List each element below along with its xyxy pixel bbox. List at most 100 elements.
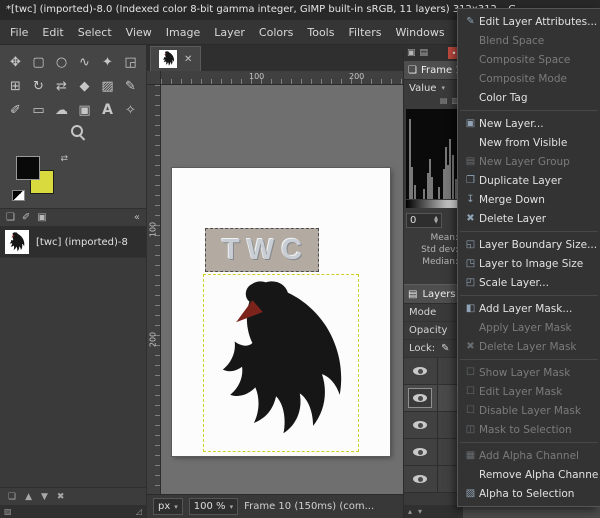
foreground-color-swatch[interactable] xyxy=(16,156,40,180)
menu-item-new-from-visible[interactable]: New from Visible xyxy=(458,133,600,152)
tool-bucket-fill[interactable]: ◆ xyxy=(73,75,96,97)
text-layer-twc[interactable]: TWC xyxy=(205,228,319,272)
tool-eraser[interactable]: ▭ xyxy=(27,99,50,121)
menu-item-duplicate-layer[interactable]: ❐ Duplicate Layer xyxy=(458,171,600,190)
frame-tab[interactable]: ❏ Frame 10 xyxy=(404,61,463,80)
horizontal-ruler[interactable]: 100 200 xyxy=(161,71,403,85)
edit-attributes-icon: ✎ xyxy=(462,16,479,27)
close-tab-icon[interactable]: ✕ xyxy=(184,54,192,65)
dock-button-2[interactable]: ▲ xyxy=(25,492,32,502)
spinner-arrows[interactable]: ▲▼ xyxy=(434,216,438,224)
selection-marquee[interactable] xyxy=(203,274,359,452)
tool-color-picker[interactable]: ✧ xyxy=(119,99,142,121)
visibility-toggle[interactable] xyxy=(409,470,431,488)
dock-bottom-icon-1[interactable]: ▴ xyxy=(408,507,412,516)
dock-tab-icon-1[interactable]: ❏ xyxy=(6,212,15,223)
layer-opacity-row[interactable]: Opacity xyxy=(404,322,463,340)
swap-colors-icon[interactable]: ⇄ xyxy=(60,154,68,164)
tool-fuzzy-select[interactable]: ✦ xyxy=(96,51,119,73)
tool-crop[interactable]: ◲ xyxy=(119,51,142,73)
tool-text[interactable]: A xyxy=(96,99,119,121)
unit-select[interactable]: px ▾ xyxy=(153,498,183,515)
menu-edit[interactable]: Edit xyxy=(35,26,70,39)
layer-row-4[interactable] xyxy=(404,439,463,466)
layer-mode-row[interactable]: Mode xyxy=(404,304,463,322)
layer-row-1[interactable] xyxy=(404,358,463,385)
tool-pencil[interactable]: ✎ xyxy=(119,75,142,97)
layer-row-3[interactable] xyxy=(404,412,463,439)
visibility-toggle[interactable] xyxy=(409,362,431,380)
zoom-icon xyxy=(71,125,85,139)
menu-windows[interactable]: Windows xyxy=(388,26,451,39)
menu-item-edit-layer-mask: ☐ Edit Layer Mask xyxy=(458,382,600,401)
zoom-select[interactable]: 100 % ▾ xyxy=(189,498,238,515)
image-tab[interactable]: ✕ xyxy=(150,46,201,71)
image-canvas[interactable]: TWC xyxy=(172,168,390,456)
tool-move[interactable]: ✥ xyxy=(4,51,27,73)
dock-tab-icon-b[interactable]: ▤ xyxy=(420,48,429,58)
tool-rotate[interactable]: ↻ xyxy=(27,75,50,97)
menu-colors[interactable]: Colors xyxy=(252,26,300,39)
tool-paintbrush[interactable]: ✐ xyxy=(4,99,27,121)
tool-rectangle-select[interactable]: ▢ xyxy=(27,51,50,73)
default-colors-icon[interactable] xyxy=(12,190,25,201)
dock-bottom-icon-2[interactable]: ▾ xyxy=(418,507,422,516)
histogram-linear-icon[interactable]: ▤ xyxy=(440,96,448,108)
tool-free-select[interactable]: ∿ xyxy=(73,51,96,73)
layers-tab[interactable]: ▤ Layers xyxy=(404,284,463,304)
menu-item-layer-boundary-size[interactable]: ◱ Layer Boundary Size... xyxy=(458,235,600,254)
layer-lock-row: Lock: ✎ xyxy=(404,340,463,358)
new-layer-icon: ▣ xyxy=(462,118,479,129)
menu-item-delete-layer[interactable]: ✖ Delete Layer xyxy=(458,209,600,228)
menu-item-alpha-to-selection[interactable]: ▧ Alpha to Selection xyxy=(458,484,600,503)
menu-view[interactable]: View xyxy=(119,26,159,39)
eye-icon xyxy=(413,448,427,456)
menu-item-edit-layer-attributes[interactable]: ✎ Edit Layer Attributes... xyxy=(458,12,600,31)
add-mask-icon: ◧ xyxy=(462,303,479,314)
eye-icon xyxy=(413,394,427,402)
layer-row-5[interactable] xyxy=(404,466,463,493)
visibility-toggle[interactable] xyxy=(409,416,431,434)
canvas-viewport[interactable]: TWC xyxy=(161,85,403,494)
dock-collapse-icon[interactable]: « xyxy=(134,212,140,223)
tool-flip[interactable]: ⇄ xyxy=(50,75,73,97)
menu-item-merge-down[interactable]: ↧ Merge Down xyxy=(458,190,600,209)
menu-image[interactable]: Image xyxy=(159,26,207,39)
ruler-corner[interactable] xyxy=(147,71,161,85)
lock-pencil-icon[interactable]: ✎ xyxy=(441,343,449,354)
menu-layer[interactable]: Layer xyxy=(207,26,252,39)
tool-airbrush[interactable]: ☁ xyxy=(50,99,73,121)
dock-button-3[interactable]: ▼ xyxy=(41,492,48,502)
tool-clone[interactable]: ▣ xyxy=(73,99,96,121)
layer-row-2-active[interactable] xyxy=(404,385,463,412)
dock-tab-icon-2[interactable]: ✐ xyxy=(22,212,30,223)
dock-button-4[interactable]: ✖ xyxy=(57,492,65,502)
tool-unified-transform[interactable]: ⊞ xyxy=(4,75,27,97)
menu-tools[interactable]: Tools xyxy=(300,26,341,39)
menu-item-add-layer-mask[interactable]: ◧ Add Layer Mask... xyxy=(458,299,600,318)
zoom-value: 100 % xyxy=(194,501,226,512)
vertical-ruler[interactable]: 100 200 xyxy=(147,85,161,494)
checkbox-icon: ☐ xyxy=(462,367,479,378)
menu-item-remove-alpha-channel[interactable]: Remove Alpha Channel xyxy=(458,465,600,484)
divider xyxy=(437,439,438,465)
histogram-channel-select[interactable]: Value ▾ xyxy=(404,80,463,96)
visibility-toggle[interactable] xyxy=(409,389,431,407)
histogram-low-spinner[interactable]: 0 ▲▼ xyxy=(406,213,442,228)
menu-filters[interactable]: Filters xyxy=(341,26,388,39)
corner-icon-right[interactable]: ◿ xyxy=(136,507,142,516)
tool-zoom[interactable] xyxy=(10,124,146,140)
visibility-toggle[interactable] xyxy=(409,443,431,461)
menu-item-new-layer[interactable]: ▣ New Layer... xyxy=(458,114,600,133)
tool-ellipse-select[interactable]: ○ xyxy=(50,51,73,73)
dock-tab-icon-3[interactable]: ▣ xyxy=(37,212,46,223)
menu-item-layer-to-image-size[interactable]: ◳ Layer to Image Size xyxy=(458,254,600,273)
menu-select[interactable]: Select xyxy=(71,26,119,39)
dock-button-1[interactable]: ❏ xyxy=(8,492,16,502)
menu-file[interactable]: File xyxy=(3,26,35,39)
menu-item-color-tag[interactable]: Color Tag xyxy=(458,88,600,107)
dock-tab-icon-a[interactable]: ▣ xyxy=(407,48,416,58)
menu-item-scale-layer[interactable]: ◰ Scale Layer... xyxy=(458,273,600,292)
tool-gradient[interactable]: ▨ xyxy=(96,75,119,97)
image-list-item[interactable]: [twc] (imported)-8 xyxy=(0,227,146,258)
